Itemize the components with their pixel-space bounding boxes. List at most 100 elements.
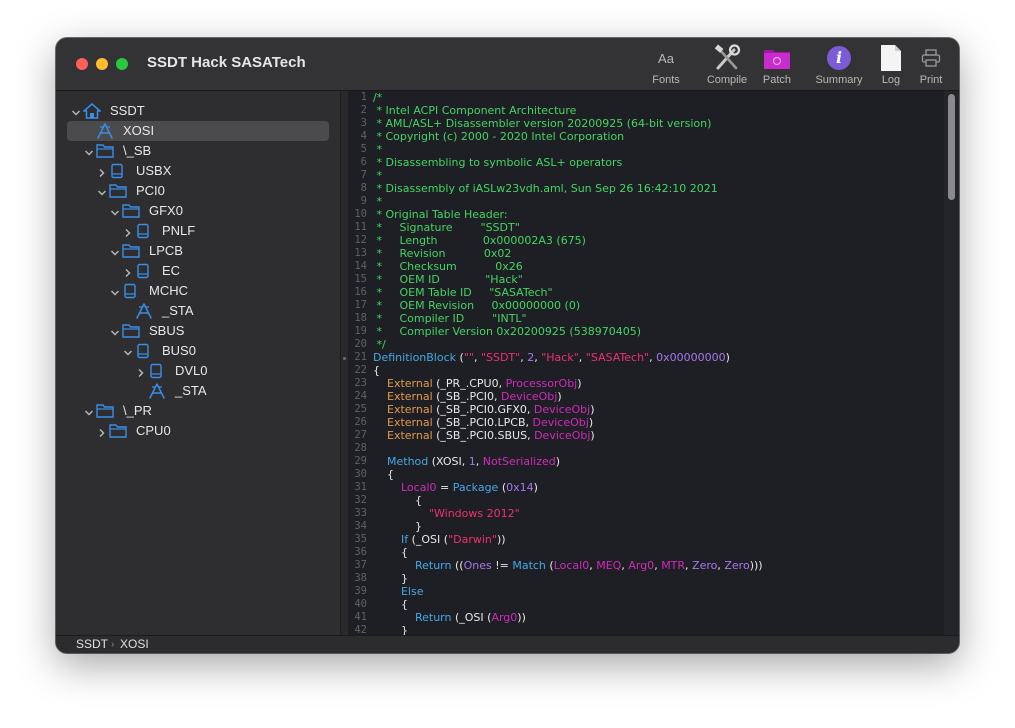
code-token: External [387, 377, 433, 390]
tree-item-cpu0[interactable]: CPU0 [56, 421, 340, 441]
tree-item-label: PCI0 [136, 183, 165, 198]
code-line: { [373, 598, 408, 611]
chevron-right-icon[interactable] [135, 365, 147, 378]
home-icon [82, 103, 102, 119]
code-token: ) [590, 403, 595, 416]
breadcrumb-separator: › [111, 639, 115, 650]
code-token: Else [400, 585, 424, 598]
patch-button[interactable]: Patch [758, 44, 796, 88]
code-line: * Compiler ID "INTL" [373, 312, 526, 325]
code-line: * Original Table Header: [373, 208, 507, 221]
tree-item-usbx[interactable]: USBX [56, 161, 340, 181]
code-line: } [373, 520, 422, 533]
compile-button[interactable]: Compile [703, 44, 751, 88]
folder-icon [122, 323, 140, 339]
code-token: Local0 [553, 559, 590, 572]
code-line: External (_PR_.CPU0, ProcessorObj) [373, 377, 582, 390]
line-number: 28 [354, 442, 367, 454]
tree-item-pnlf[interactable]: PNLF [56, 221, 340, 241]
code-token: ) [588, 416, 594, 429]
code-token: = [436, 481, 453, 494]
code-token: Ones [463, 559, 492, 572]
tree-item-pr[interactable]: \_PR [56, 401, 340, 421]
code-token: External [387, 403, 433, 416]
chevron-down-icon[interactable] [109, 245, 121, 257]
code-line: { [373, 494, 422, 507]
chevron-down-icon[interactable] [96, 185, 108, 197]
folder-icon [109, 183, 127, 199]
chevron-right-icon[interactable] [96, 165, 108, 178]
device-icon [109, 163, 127, 179]
chevron-down-icon[interactable] [122, 345, 134, 357]
breadcrumb-current[interactable]: XOSI [120, 636, 149, 653]
code-token: * OEM Revision 0x00000000 (0) [373, 299, 581, 312]
fonts-button[interactable]: Aa Fonts [646, 44, 686, 88]
code-line: { [373, 364, 380, 377]
fonts-icon: Aa [646, 44, 686, 72]
tree-item-bus0[interactable]: BUS0 [56, 341, 340, 361]
chevron-down-icon[interactable] [70, 105, 82, 117]
log-button[interactable]: Log [874, 44, 908, 88]
tree-item-label: DVL0 [175, 363, 208, 378]
print-button[interactable]: Print [913, 44, 949, 88]
close-window-button[interactable] [76, 58, 88, 70]
code-editor[interactable]: 1 2 3 4 5 6 7 8 9 10 11 12 13 14 15 16 17 18 19 20 21 22 23 24 2… [348, 91, 959, 636]
vertical-scrollbar[interactable] [944, 91, 959, 636]
tree-item-label: EC [162, 263, 181, 278]
document-icon [874, 44, 908, 72]
tree-item-sbus[interactable]: SBUS [56, 321, 340, 341]
method-icon [135, 303, 153, 319]
minimize-window-button[interactable] [96, 58, 108, 70]
line-number: 15 [354, 273, 367, 285]
line-number: 27 [354, 429, 367, 441]
tree-item-sta[interactable]: _STA [56, 381, 340, 401]
divider-grip-icon [343, 357, 346, 360]
zoom-window-button[interactable] [116, 58, 128, 70]
tree-item-gfx0[interactable]: GFX0 [56, 201, 340, 221]
tree-item-label: PNLF [162, 223, 196, 238]
code-token: ( [498, 481, 507, 494]
code-token: ProcessorObj [505, 377, 578, 390]
summary-button[interactable]: i Summary [811, 44, 867, 88]
tree-item-ec[interactable]: EC [56, 261, 340, 281]
tree-item-sta[interactable]: _STA [56, 301, 340, 321]
tree-item-dvl0[interactable]: DVL0 [56, 361, 340, 381]
chevron-down-icon[interactable] [109, 325, 121, 337]
code-token: (( [451, 559, 464, 572]
tree-item-mchc[interactable]: MCHC [56, 281, 340, 301]
chevron-down-icon[interactable] [109, 205, 121, 217]
chevron-right-icon[interactable] [122, 225, 134, 238]
tree-item-ssdt[interactable]: SSDT [56, 101, 340, 121]
code-line: * OEM Revision 0x00000000 (0) [373, 299, 580, 312]
chevron-down-icon[interactable] [109, 285, 121, 297]
tree-item-xosi[interactable]: XOSI [56, 121, 340, 141]
code-token: ) [533, 481, 538, 494]
chevron-down-icon[interactable] [83, 145, 95, 157]
tree-item-sb[interactable]: \_SB [56, 141, 340, 161]
code-token: , [475, 455, 483, 468]
line-number: 39 [354, 585, 367, 597]
tree-item-pci0[interactable]: PCI0 [56, 181, 340, 201]
info-glyph: i [835, 48, 843, 67]
chevron-right-icon[interactable] [96, 425, 108, 438]
breadcrumb-root[interactable]: SSDT [76, 636, 108, 653]
chevron-right-icon[interactable] [122, 265, 134, 278]
print-label: Print [919, 74, 943, 86]
code-token: * Signature "SSDT" [373, 221, 520, 234]
code-token: 0x00000000 [656, 351, 726, 364]
code-line: Return ((Ones != Match (Local0, MEQ, Arg… [373, 559, 763, 572]
split-view-divider[interactable] [341, 91, 348, 636]
line-number: 40 [354, 598, 367, 610]
code-token: ))) [749, 559, 763, 572]
chevron-down-icon[interactable] [83, 405, 95, 417]
code-token: "SSDT" [480, 351, 521, 364]
line-number: 7 [360, 169, 367, 181]
line-number-gutter: 1 2 3 4 5 6 7 8 9 10 11 12 13 14 15 16 17 18 19 20 21 22 23 24 2… [348, 91, 370, 636]
tree-item-label: \_PR [123, 403, 152, 418]
code-token: External [387, 429, 433, 442]
scrollbar-thumb[interactable] [948, 94, 955, 200]
tree-item-lpcb[interactable]: LPCB [56, 241, 340, 261]
